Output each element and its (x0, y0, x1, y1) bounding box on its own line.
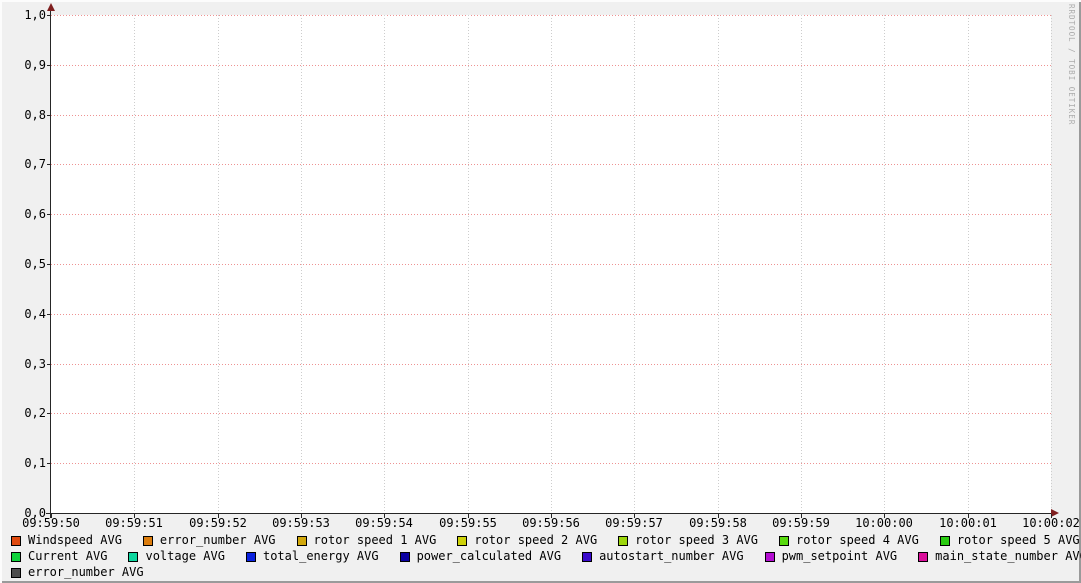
x-axis-line (46, 513, 1052, 514)
legend-color-swatch (779, 536, 789, 546)
x-tick-label: 09:59:53 (270, 516, 332, 530)
y-tick-label: 0,5 (0, 257, 46, 271)
y-tick (47, 264, 51, 265)
legend-label: rotor speed 1 AVG (314, 534, 437, 547)
legend-label: rotor speed 4 AVG (796, 534, 919, 547)
x-tick-label: 09:59:58 (687, 516, 749, 530)
watermark: RRDTOOL / TOBI OETIKER (1067, 4, 1076, 125)
y-tick-label: 0,7 (0, 157, 46, 171)
legend-item: voltage AVG (128, 550, 224, 563)
legend-color-swatch (246, 552, 256, 562)
legend-item: error_number AVG (11, 566, 144, 579)
y-tick (47, 15, 51, 16)
y-tick (47, 214, 51, 215)
y-tick-label: 0,3 (0, 357, 46, 371)
y-tick-label: 0,1 (0, 456, 46, 470)
legend-label: autostart_number AVG (599, 550, 744, 563)
legend-item: power_calculated AVG (400, 550, 562, 563)
grid-line-vertical (468, 15, 469, 513)
rrdtool-graph: 0,00,10,20,30,40,50,60,70,80,91,0 09:59:… (0, 0, 1081, 583)
legend-label: pwm_setpoint AVG (782, 550, 898, 563)
y-axis-line (50, 6, 51, 518)
y-tick (47, 164, 51, 165)
x-tick-label: 09:59:59 (770, 516, 832, 530)
legend-label: Current AVG (28, 550, 107, 563)
grid-line-vertical (301, 15, 302, 513)
legend-item: total_energy AVG (246, 550, 379, 563)
x-tick-label: 09:59:50 (20, 516, 82, 530)
grid-line-vertical (218, 15, 219, 513)
legend: Windspeed AVG error_number AVG rotor speed… (11, 534, 1075, 582)
legend-color-swatch (11, 568, 21, 578)
legend-item: rotor speed 4 AVG (779, 534, 919, 547)
legend-item: Current AVG (11, 550, 107, 563)
grid-line-vertical (801, 15, 802, 513)
legend-item: rotor speed 1 AVG (297, 534, 437, 547)
legend-label: total_energy AVG (263, 550, 379, 563)
grid-line-vertical (968, 15, 969, 513)
y-tick-label: 1,0 (0, 8, 46, 22)
x-tick-label: 09:59:55 (437, 516, 499, 530)
y-tick (47, 115, 51, 116)
legend-label: rotor speed 2 AVG (474, 534, 597, 547)
x-tick-label: 09:59:51 (103, 516, 165, 530)
legend-color-swatch (143, 536, 153, 546)
grid-line-vertical (384, 15, 385, 513)
grid-line-vertical (551, 15, 552, 513)
legend-color-swatch (11, 552, 21, 562)
grid-line-vertical (884, 15, 885, 513)
y-tick-label: 0,4 (0, 307, 46, 321)
legend-item: pwm_setpoint AVG (765, 550, 898, 563)
grid-line-vertical (718, 15, 719, 513)
legend-row: Current AVG voltage AVG total_energy AVG po… (11, 550, 1075, 565)
legend-item: main_state_number AVG (918, 550, 1081, 563)
legend-label: error_number AVG (160, 534, 276, 547)
y-tick (47, 413, 51, 414)
legend-row: Windspeed AVG error_number AVG rotor speed… (11, 534, 1075, 549)
legend-color-swatch (11, 536, 21, 546)
y-tick-label: 0,2 (0, 406, 46, 420)
legend-color-swatch (940, 536, 950, 546)
grid-line-vertical (1051, 15, 1052, 513)
legend-color-swatch (618, 536, 628, 546)
y-axis-arrow-icon (47, 3, 55, 11)
legend-color-swatch (457, 536, 467, 546)
x-tick-label: 09:59:54 (353, 516, 415, 530)
x-tick-label: 09:59:57 (603, 516, 665, 530)
y-tick-label: 0,9 (0, 58, 46, 72)
legend-label: voltage AVG (145, 550, 224, 563)
legend-label: error_number AVG (28, 566, 144, 579)
legend-item: rotor speed 3 AVG (618, 534, 758, 547)
legend-label: main_state_number AVG (935, 550, 1081, 563)
x-tick-label: 09:59:52 (187, 516, 249, 530)
y-tick (47, 463, 51, 464)
y-tick-label: 0,8 (0, 108, 46, 122)
legend-item: rotor speed 5 AVG (940, 534, 1080, 547)
y-tick (47, 364, 51, 365)
x-tick-label: 10:00:01 (937, 516, 999, 530)
grid-line-vertical (134, 15, 135, 513)
y-tick (47, 65, 51, 66)
y-tick (47, 314, 51, 315)
legend-item: Windspeed AVG (11, 534, 122, 547)
legend-color-swatch (765, 552, 775, 562)
x-tick-label: 10:00:02 (1020, 516, 1081, 530)
legend-label: rotor speed 3 AVG (635, 534, 758, 547)
legend-label: Windspeed AVG (28, 534, 122, 547)
legend-color-swatch (918, 552, 928, 562)
x-tick-label: 10:00:00 (853, 516, 915, 530)
legend-item: rotor speed 2 AVG (457, 534, 597, 547)
legend-item: autostart_number AVG (582, 550, 744, 563)
grid-line-vertical (634, 15, 635, 513)
legend-item: error_number AVG (143, 534, 276, 547)
legend-row: error_number AVG (11, 566, 1075, 581)
legend-label: rotor speed 5 AVG (957, 534, 1080, 547)
y-tick-label: 0,6 (0, 207, 46, 221)
legend-color-swatch (128, 552, 138, 562)
legend-color-swatch (297, 536, 307, 546)
x-tick-label: 09:59:56 (520, 516, 582, 530)
legend-color-swatch (582, 552, 592, 562)
legend-color-swatch (400, 552, 410, 562)
legend-label: power_calculated AVG (417, 550, 562, 563)
